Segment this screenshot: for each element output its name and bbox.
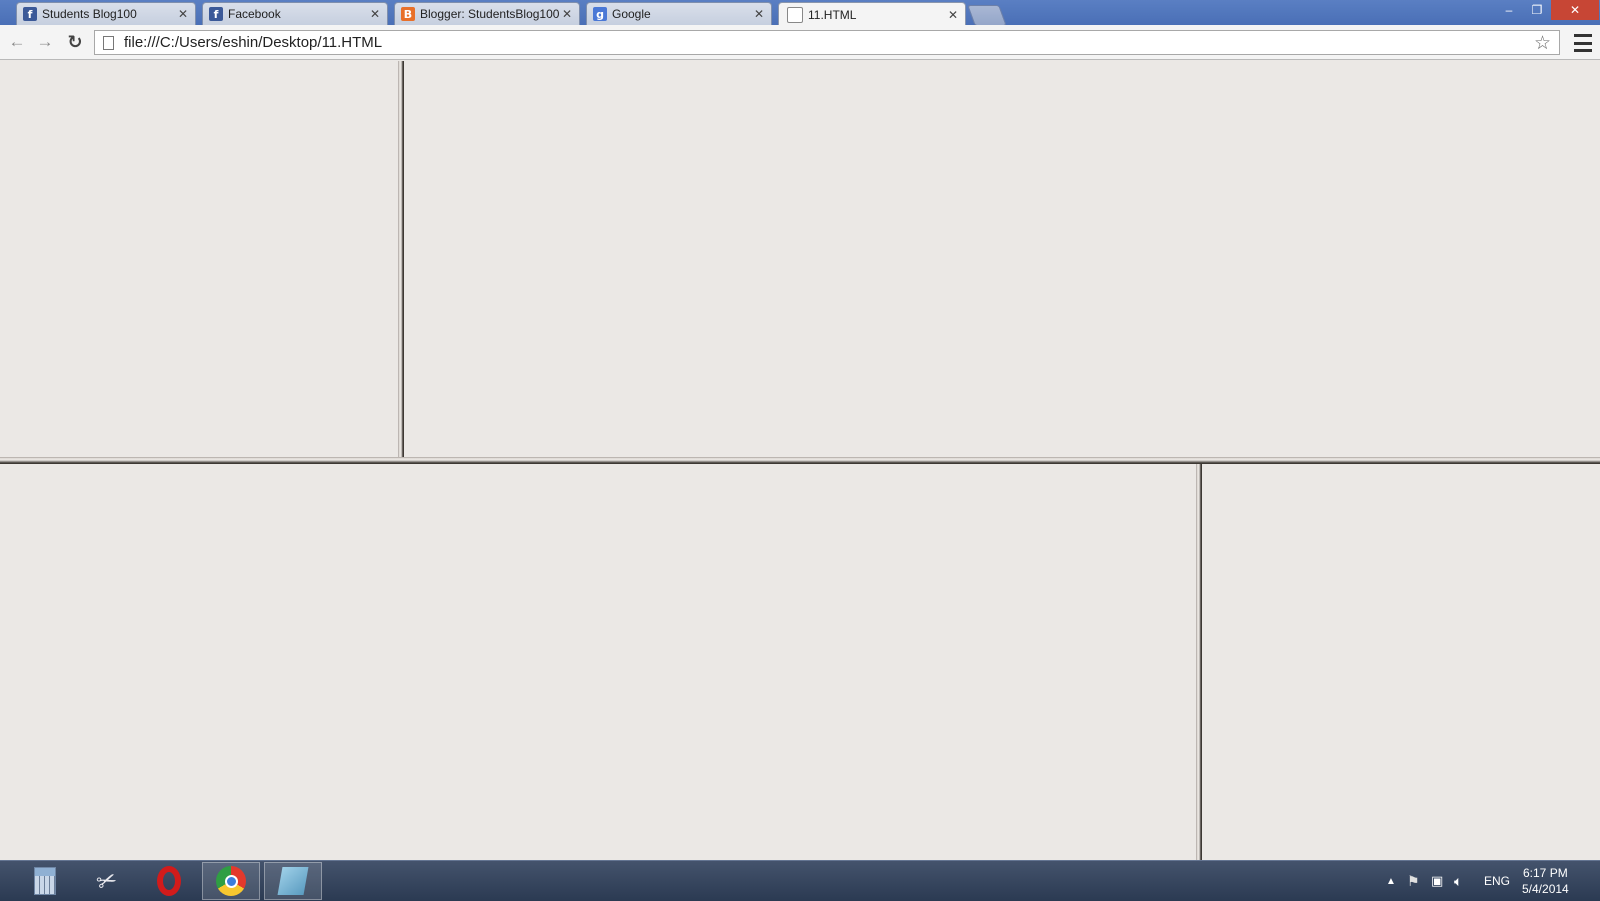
minimize-button[interactable]: – [1495, 0, 1523, 20]
system-clock[interactable]: 6:17 PM 5/4/2014 [1522, 865, 1569, 897]
show-hidden-icons-icon[interactable]: ▲ [1386, 861, 1396, 901]
windows-taskbar: ✂ ▲ ⚑ ▣ 🔈︎ ENG 6:17 PM 5/4/2014 [0, 860, 1600, 901]
sticky-notes-icon [277, 867, 309, 895]
tab-label: Google [612, 7, 651, 21]
clock-time: 6:17 PM [1523, 866, 1568, 880]
tab-google[interactable]: g Google ✕ [586, 2, 772, 25]
frame-border-horizontal[interactable] [0, 457, 1600, 464]
new-tab-button[interactable] [967, 5, 1007, 26]
network-icon[interactable]: ▣ [1431, 861, 1443, 901]
snipping-tool-icon: ✂ [92, 864, 122, 898]
taskbar-calculator[interactable] [16, 862, 74, 900]
restore-button[interactable]: ❐ [1524, 0, 1550, 20]
back-arrow-icon[interactable]: ← [5, 31, 29, 53]
taskbar-sticky-notes[interactable] [264, 862, 322, 900]
tab-label: Facebook [228, 7, 281, 21]
document-icon [787, 6, 803, 23]
google-icon: g [593, 7, 607, 21]
tab-close-icon[interactable]: ✕ [559, 7, 575, 21]
reload-icon[interactable]: ↻ [63, 31, 87, 53]
tab-label: Blogger: StudentsBlog100 [420, 7, 559, 21]
tab-close-icon[interactable]: ✕ [751, 7, 767, 21]
calculator-icon [34, 867, 56, 895]
taskbar-chrome[interactable] [202, 862, 260, 900]
address-bar[interactable]: file:///C:/Users/eshin/Desktop/11.HTML ☆ [94, 30, 1560, 55]
action-center-flag-icon[interactable]: ⚑ [1407, 861, 1420, 901]
menu-icon[interactable] [1574, 34, 1592, 52]
forward-arrow-icon[interactable]: → [33, 31, 57, 53]
blogger-icon: B [401, 7, 415, 21]
frame-top-right [404, 61, 1600, 457]
facebook-icon: f [23, 7, 37, 21]
tab-label: Students Blog100 [42, 7, 137, 21]
tab-close-icon[interactable]: ✕ [945, 8, 961, 22]
browser-toolbar: ← → ↻ file:///C:/Users/eshin/Desktop/11.… [0, 25, 1600, 60]
tab-label: 11.HTML [808, 7, 857, 22]
language-indicator[interactable]: ENG [1484, 861, 1510, 901]
tab-blogger[interactable]: B Blogger: StudentsBlog100 ✕ [394, 2, 580, 25]
opera-icon [157, 866, 181, 896]
tab-close-icon[interactable]: ✕ [367, 7, 383, 21]
chrome-icon [216, 866, 246, 896]
facebook-icon: f [209, 7, 223, 21]
taskbar-opera[interactable] [140, 862, 198, 900]
frame-bottom-left [0, 464, 1196, 860]
tab-facebook[interactable]: f Facebook ✕ [202, 2, 388, 25]
tab-11-html[interactable]: 11.HTML ✕ [778, 2, 966, 26]
tab-students-blog100[interactable]: f Students Blog100 ✕ [16, 2, 196, 25]
tab-close-icon[interactable]: ✕ [175, 7, 191, 21]
volume-icon[interactable]: 🔈︎ [1454, 861, 1462, 901]
browser-titlebar: f Students Blog100 ✕ f Facebook ✕ B Blog… [0, 0, 1600, 26]
page-icon [103, 35, 114, 50]
bookmark-star-icon[interactable]: ☆ [1534, 32, 1551, 55]
frame-bottom-right [1202, 464, 1600, 860]
address-url[interactable]: file:///C:/Users/eshin/Desktop/11.HTML [124, 34, 382, 51]
frame-top-left [0, 61, 398, 457]
taskbar-snipping-tool[interactable]: ✂ [78, 862, 136, 900]
close-window-button[interactable]: ✕ [1551, 0, 1599, 20]
clock-date: 5/4/2014 [1522, 882, 1569, 896]
